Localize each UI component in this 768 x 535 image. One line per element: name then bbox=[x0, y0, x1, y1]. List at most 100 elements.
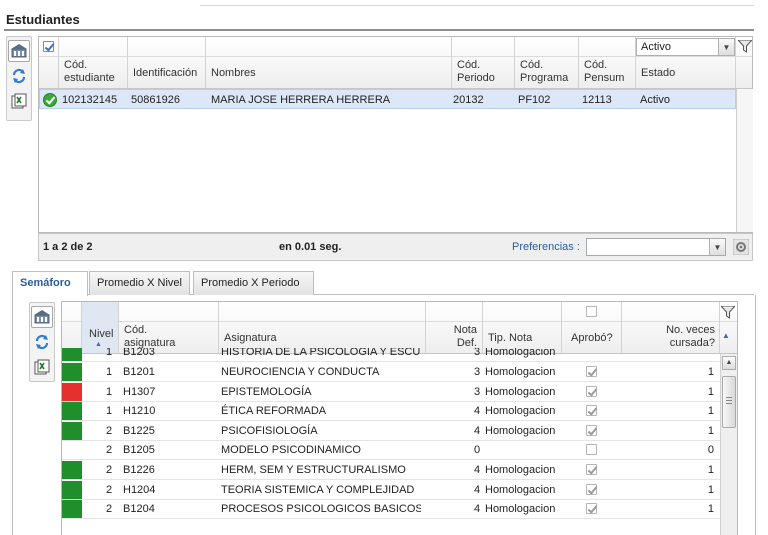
col-header-aprobo[interactable]: Aprobó? bbox=[571, 332, 613, 345]
cell-periodo: 20132 bbox=[453, 94, 484, 106]
export-icon bbox=[11, 93, 27, 109]
aprobo-checkbox[interactable] bbox=[586, 464, 597, 475]
col-header-estado[interactable]: Estado bbox=[641, 67, 675, 80]
cell-estado: Activo bbox=[640, 94, 670, 106]
top-divider bbox=[200, 5, 754, 6]
cell-codigo-asignatura: H1204 bbox=[123, 483, 156, 496]
col-header-nota[interactable]: Nota Def. bbox=[454, 324, 477, 350]
subjects-grid: Nivel ▲ Cód. asignatura Asignatura Nota D… bbox=[61, 301, 738, 535]
cell-asignatura: PROCESOS PSICOLOGICOS BASICOS I bbox=[221, 503, 421, 516]
sort-ascending-icon: ▲ bbox=[95, 341, 102, 348]
status-swatch bbox=[62, 500, 82, 519]
col-header-pensum[interactable]: Cód. Pensum bbox=[584, 59, 624, 85]
col-header-periodo[interactable]: Cód. Periodo bbox=[457, 59, 495, 85]
aprobo-checkbox[interactable] bbox=[586, 405, 597, 417]
cell-tipo-nota: Homologacion bbox=[485, 503, 556, 516]
status-swatch bbox=[62, 363, 82, 381]
cell-codigo-asignatura: H1210 bbox=[123, 405, 156, 418]
cell-codigo: 102132145 bbox=[62, 94, 118, 106]
export-button[interactable] bbox=[31, 356, 53, 378]
cell-veces: 1 bbox=[707, 405, 714, 418]
status-swatch bbox=[62, 421, 82, 440]
estado-filter-select[interactable]: Activo ▼ bbox=[636, 38, 735, 56]
cell-nivel: 1 bbox=[106, 385, 113, 398]
cell-veces: 0 bbox=[707, 444, 714, 457]
cell-nivel: 2 bbox=[106, 444, 113, 457]
table-row[interactable]: 2 H1204 TEORIA SISTEMICA Y COMPLEJIDAD 4 Hom… bbox=[62, 480, 720, 500]
estado-filter-value: Activo bbox=[641, 41, 671, 53]
tab-promedio-nivel[interactable]: Promedio X Nivel bbox=[89, 271, 190, 295]
aprobo-checkbox[interactable] bbox=[586, 444, 597, 456]
cell-codigo-asignatura: H1307 bbox=[123, 385, 156, 398]
col-header-identificacion[interactable]: Identificación bbox=[133, 67, 197, 80]
cell-nota: 4 bbox=[474, 483, 481, 496]
pager-time: en 0.01 seg. bbox=[279, 241, 342, 253]
col-header-codigo[interactable]: Cód. estudiante bbox=[64, 59, 115, 85]
table-row[interactable]: 1 B1203 HISTORIA DE LA PSICOLOGIA Y ESCU… bbox=[62, 348, 720, 362]
cell-nivel: 2 bbox=[106, 483, 113, 496]
cell-pensum: 12113 bbox=[582, 94, 612, 106]
cell-nivel: 1 bbox=[106, 405, 113, 418]
cell-asignatura: MODELO PSICODINAMICO bbox=[221, 444, 361, 457]
refresh-button[interactable] bbox=[8, 65, 30, 87]
col-header-asignatura[interactable]: Asignatura bbox=[224, 332, 277, 345]
students-grid: Cód. estudiante Identificación Nombres C… bbox=[38, 36, 753, 233]
table-row[interactable]: 2 B1225 PSICOFISIOLOGÍA 4 Homologacion 1 bbox=[62, 421, 720, 441]
subjects-scrollbar[interactable]: ▲ bbox=[720, 354, 737, 535]
cell-tipo-nota: Homologacion bbox=[485, 385, 556, 398]
aprobo-checkbox[interactable] bbox=[586, 483, 597, 495]
cell-veces: 1 bbox=[707, 503, 714, 516]
building-icon bbox=[34, 310, 50, 324]
filter-icon[interactable] bbox=[721, 306, 735, 319]
aprobo-checkbox[interactable] bbox=[586, 385, 597, 397]
cell-codigo-asignatura: B1204 bbox=[123, 503, 155, 516]
table-row[interactable]: 2 B1205 MODELO PSICODINAMICO 0 0 bbox=[62, 440, 720, 461]
select-all-checkbox[interactable] bbox=[43, 41, 54, 52]
dropdown-arrow-icon[interactable]: ▼ bbox=[718, 39, 734, 55]
col-header-nivel[interactable]: Nivel ▲ bbox=[89, 328, 113, 348]
preferences-select[interactable]: ▼ bbox=[586, 238, 726, 256]
students-toolbar bbox=[6, 36, 32, 121]
aprobo-checkbox[interactable] bbox=[586, 424, 597, 436]
preferences-label: Preferencias : bbox=[512, 241, 580, 253]
table-row[interactable]: 1 B1201 NEUROCIENCIA Y CONDUCTA 3 Homologaci… bbox=[62, 362, 720, 382]
cell-asignatura: EPISTEMOLOGÍA bbox=[221, 385, 312, 398]
scroll-thumb[interactable] bbox=[722, 376, 736, 428]
tab-promedio-periodo[interactable]: Promedio X Periodo bbox=[193, 271, 314, 295]
cell-nivel: 1 bbox=[106, 366, 113, 378]
scroll-up-button[interactable]: ▲ bbox=[722, 356, 736, 370]
cell-asignatura: ÉTICA REFORMADA bbox=[221, 405, 327, 418]
table-row[interactable]: 1 H1210 ÉTICA REFORMADA 4 Homologacion 1 bbox=[62, 401, 720, 422]
aprobo-checkbox[interactable] bbox=[586, 366, 597, 377]
table-row[interactable]: 102132145 50861926 MARIA JOSE HERRERA HE… bbox=[39, 89, 736, 109]
building-button[interactable] bbox=[31, 306, 53, 328]
subjects-toolbar bbox=[29, 302, 55, 382]
students-scrollbar[interactable] bbox=[736, 89, 753, 232]
cell-nota: 3 bbox=[474, 366, 481, 378]
aprobo-checkbox[interactable] bbox=[586, 503, 597, 515]
col-header-veces[interactable]: No. veces cursada? bbox=[666, 324, 715, 350]
table-row[interactable]: 1 H1307 EPISTEMOLOGÍA 3 Homologacion 1 bbox=[62, 382, 720, 402]
filter-icon[interactable] bbox=[738, 40, 752, 53]
settings-icon[interactable] bbox=[733, 239, 749, 255]
cell-tipo-nota: Homologacion bbox=[485, 366, 556, 378]
building-button[interactable] bbox=[8, 40, 30, 62]
cell-programa: PF102 bbox=[518, 94, 551, 106]
scroll-top-arrow[interactable]: ▲ bbox=[722, 331, 730, 340]
col-header-nombres[interactable]: Nombres bbox=[211, 67, 256, 80]
col-header-tipo-nota[interactable]: Tip. Nota bbox=[488, 332, 532, 345]
col-header-programa[interactable]: Cód. Programa bbox=[520, 59, 568, 85]
dropdown-arrow-icon[interactable]: ▼ bbox=[709, 239, 725, 255]
aprobo-filter-checkbox[interactable] bbox=[586, 306, 597, 317]
cell-codigo-asignatura: B1201 bbox=[123, 366, 155, 378]
table-row[interactable]: 2 B1226 HERM, SEM Y ESTRUCTURALISMO 4 Homolo… bbox=[62, 460, 720, 480]
refresh-icon bbox=[35, 334, 49, 350]
export-button[interactable] bbox=[8, 90, 30, 112]
cell-tipo-nota: Homologacion bbox=[485, 483, 556, 496]
export-icon bbox=[34, 359, 50, 375]
col-header-codigo-asignatura[interactable]: Cód. asignatura bbox=[124, 324, 175, 350]
refresh-button[interactable] bbox=[31, 331, 53, 353]
table-row[interactable]: 2 B1204 PROCESOS PSICOLOGICOS BASICOS I 4 Ho… bbox=[62, 499, 720, 520]
tab-semaforo[interactable]: Semáforo bbox=[12, 271, 88, 296]
cell-nota: 4 bbox=[474, 464, 481, 476]
